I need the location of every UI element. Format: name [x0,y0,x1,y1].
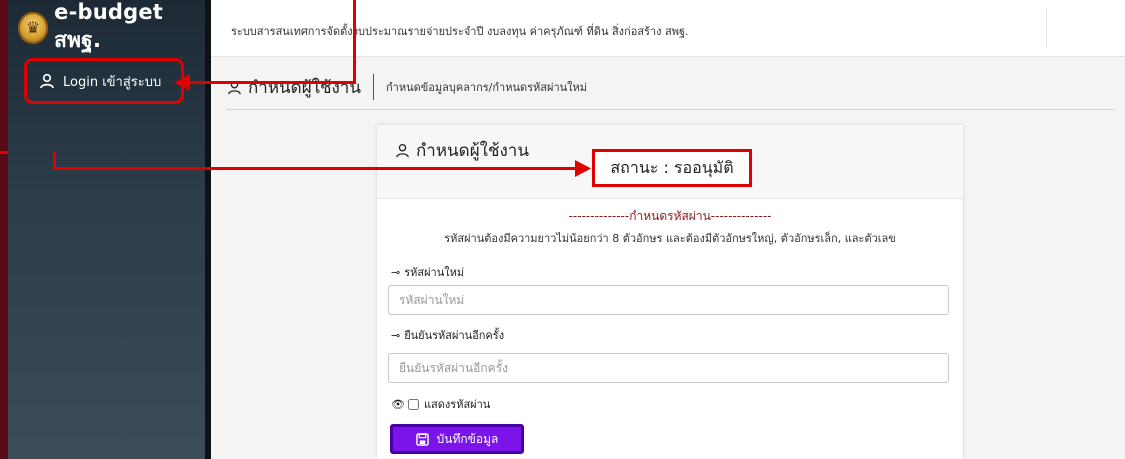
sidebar-item-login[interactable]: Login เข้าสู่ระบบ [24,58,184,104]
sidebar-border [205,0,211,459]
annotation-line [55,167,575,170]
arrowhead-icon [575,160,591,177]
confirm-password-label: ⊸ ยืนยันรหัสผ่านอีกครั้ง [391,326,504,344]
annotation-line [0,151,8,154]
password-section-heading: --------------กำหนดรหัสผ่าน-------------… [568,209,772,223]
user-icon [396,143,409,158]
new-password-label: ⊸ รหัสผ่านใหม่ [391,263,464,281]
thai-emblem-icon: ♛ [18,12,49,44]
window-frame [0,0,8,459]
breadcrumb: กำหนดผู้ใช้งาน กำหนดข้อมูลบุคลากร/กำหนดร… [227,72,587,102]
sidebar: ♛ e-budget สพฐ. Login เข้าสู่ระบบ [8,0,205,459]
brand[interactable]: ♛ e-budget สพฐ. [18,0,208,52]
breadcrumb-separator [372,74,374,100]
brand-name: e-budget สพฐ. [54,0,164,52]
top-bar: ระบบสารสนเทศการจัดตั้งงบประมาณรายจ่ายประ… [211,0,1125,57]
divider [227,109,1115,110]
sidebar-item-label: Login เข้าสู่ระบบ [63,74,162,90]
breadcrumb-main: กำหนดผู้ใช้งาน [227,74,361,101]
divider [1046,8,1047,48]
show-password-label: แสดงรหัสผ่าน [423,398,491,411]
eye-icon: 👁 [391,397,405,411]
card-title-label: กำหนดผู้ใช้งาน [416,141,529,161]
show-password-toggle[interactable]: 👁 แสดงรหัสผ่าน [391,395,490,413]
save-button-label: บันทึกข้อมูล [436,431,499,446]
annotation-line [353,0,356,84]
save-button[interactable]: บันทึกข้อมูล [390,424,524,454]
show-password-checkbox[interactable] [407,398,419,410]
new-password-input[interactable] [388,285,949,315]
password-rule-text: รหัสผ่านต้องมีความยาวไม่น้อยกว่า 8 ตัวอั… [444,232,896,245]
card-header: กำหนดผู้ใช้งาน สถานะ : รออนุมัติ [377,125,963,199]
breadcrumb-sub: กำหนดข้อมูลบุคลากร/กำหนดรหัสผ่านใหม่ [385,81,588,94]
new-password-label-text: รหัสผ่านใหม่ [404,266,465,279]
confirm-password-input[interactable] [388,353,949,383]
user-settings-card: กำหนดผู้ใช้งาน สถานะ : รออนุมัติ -------… [377,125,963,459]
system-title: ระบบสารสนเทศการจัดตั้งงบประมาณรายจ่ายประ… [231,25,689,38]
key-icon: ⊸ [391,265,401,279]
key-icon: ⊸ [391,328,401,342]
arrowhead-icon [174,74,190,91]
annotation-line [180,81,356,84]
status-badge: สถานะ : รออนุมัติ [592,149,752,187]
floppy-disk-icon [415,432,429,446]
card-title: กำหนดผู้ใช้งาน [395,137,529,164]
user-icon [40,73,54,89]
confirm-password-label-text: ยืนยันรหัสผ่านอีกครั้ง [404,329,505,342]
annotation-line [53,151,56,170]
breadcrumb-main-label: กำหนดผู้ใช้งาน [248,77,361,98]
